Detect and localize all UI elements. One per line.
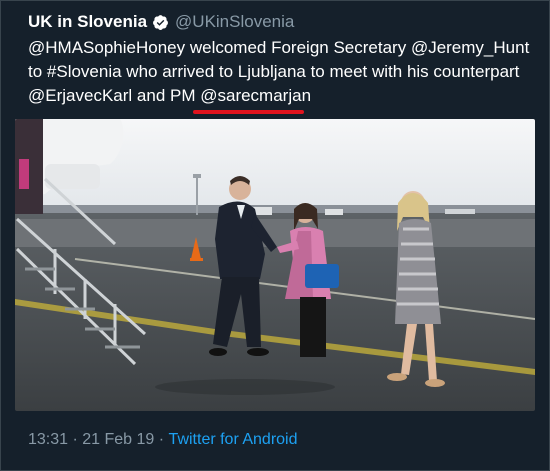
display-name[interactable]: UK in Slovenia	[28, 12, 147, 32]
mention-link[interactable]: @HMASophieHoney	[28, 38, 185, 57]
text-segment: welcomed Foreign Secretary	[185, 38, 411, 57]
tweet-photo[interactable]	[15, 119, 535, 411]
verified-badge-icon	[152, 14, 169, 31]
mention-link[interactable]: @Jeremy_Hunt	[411, 38, 529, 57]
tweet-source-link[interactable]: Twitter for Android	[169, 431, 298, 449]
mention-link[interactable]: @sarecmarjan	[200, 86, 311, 105]
text-segment: and PM	[132, 86, 201, 105]
hashtag-link[interactable]: #Slovenia	[47, 62, 122, 81]
tweet-meta: 13:31 · 21 Feb 19 · Twitter for Android	[28, 431, 298, 449]
tweet-time[interactable]: 13:31	[28, 431, 68, 449]
tweet-text: @HMASophieHoney welcomed Foreign Secreta…	[28, 36, 538, 108]
red-underline-annotation	[193, 110, 304, 114]
text-segment: who arrived to Ljubljana to meet with hi…	[121, 62, 520, 81]
meta-separator: ·	[154, 431, 169, 448]
mention-link-highlighted[interactable]: @ErjavecKarl	[28, 86, 132, 105]
user-handle[interactable]: @UKinSlovenia	[175, 12, 294, 32]
tweet-date[interactable]: 21 Feb 19	[82, 431, 154, 449]
meta-separator: ·	[68, 431, 83, 448]
text-segment: to	[28, 62, 47, 81]
tweet-header: UK in Slovenia @UKinSlovenia	[28, 11, 294, 33]
